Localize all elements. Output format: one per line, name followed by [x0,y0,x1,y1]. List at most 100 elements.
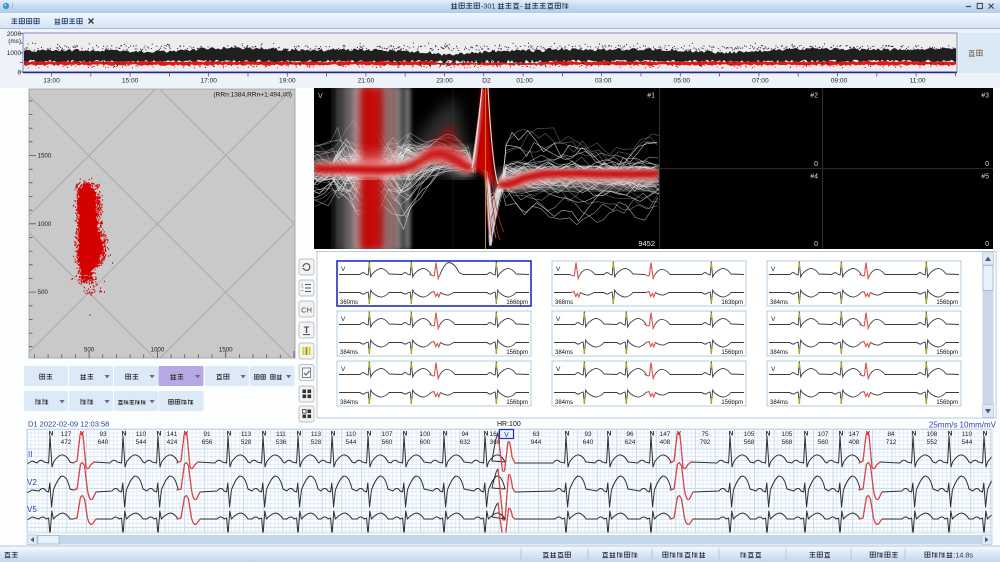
svg-text:110: 110 [136,431,147,438]
svg-text:N: N [839,431,844,438]
svg-text:07:00: 07:00 [752,78,769,85]
svg-text:712: 712 [886,439,897,446]
svg-text:N: N [983,431,988,438]
svg-text:N: N [122,431,127,438]
svg-text:560: 560 [818,439,829,446]
svg-text:25mm/s 10mm/mV: 25mm/s 10mm/mV [929,421,997,430]
svg-text:93: 93 [99,431,107,438]
svg-text:N: N [331,431,336,438]
svg-text:-301: -301 [481,2,496,11]
svg-text:N: N [565,431,570,438]
svg-text:V: V [556,366,561,373]
svg-text:384ms: 384ms [770,350,788,356]
svg-text:V2: V2 [27,478,37,487]
svg-text:V5: V5 [27,505,37,514]
svg-text:1000: 1000 [38,221,52,228]
svg-text:N: N [804,431,809,438]
svg-text:75: 75 [701,431,709,438]
svg-text:107: 107 [382,431,393,438]
svg-text:V: V [771,316,776,323]
svg-text:N: N [650,431,655,438]
svg-text:360: 360 [490,439,501,446]
svg-text:110: 110 [346,431,357,438]
svg-text:V: V [556,316,561,323]
svg-text:N: N [912,431,917,438]
svg-text:V: V [318,93,323,100]
svg-text:147: 147 [849,431,860,438]
svg-text:0: 0 [814,161,818,168]
svg-text:384ms: 384ms [770,300,788,306]
svg-text:#5: #5 [981,174,989,181]
svg-text:11:00: 11:00 [910,78,926,85]
svg-text:156bpm: 156bpm [506,400,528,406]
svg-text:105: 105 [782,431,793,438]
svg-text:156bpm: 156bpm [721,400,743,406]
svg-text:147: 147 [660,431,671,438]
svg-text:0: 0 [814,241,818,248]
svg-text:141: 141 [167,431,178,438]
svg-text:N: N [227,431,232,438]
svg-text:HR:100: HR:100 [497,421,521,428]
svg-text:94: 94 [461,431,469,438]
svg-text:84: 84 [887,431,895,438]
svg-text:N: N [403,431,408,438]
svg-text:108: 108 [927,431,938,438]
svg-text:0: 0 [985,161,989,168]
svg-text:384ms: 384ms [340,350,358,356]
svg-text:100: 100 [420,431,431,438]
svg-text:N: N [157,431,162,438]
svg-text:113: 113 [311,431,322,438]
svg-text:568: 568 [744,439,755,446]
svg-text:V: V [771,266,776,273]
svg-text:156bpm: 156bpm [506,350,528,356]
svg-text:V: V [341,316,346,323]
svg-text:528: 528 [311,439,322,446]
svg-text:19:00: 19:00 [279,78,296,85]
svg-text:1000: 1000 [7,50,22,57]
svg-text:#2: #2 [810,93,818,100]
svg-text:91: 91 [203,431,211,438]
svg-text:0: 0 [985,241,989,248]
svg-text:1000: 1000 [151,347,165,354]
svg-text:N: N [297,431,302,438]
svg-text:01:00: 01:00 [516,78,533,85]
svg-text:93: 93 [584,431,592,438]
svg-text:V: V [341,366,346,373]
svg-text:156bpm: 156bpm [936,400,958,406]
svg-text:N: N [607,431,612,438]
svg-text:166bpm: 166bpm [506,300,528,306]
svg-text:0: 0 [17,70,21,77]
svg-text:107: 107 [818,431,829,438]
svg-text:500: 500 [38,289,49,296]
svg-text:V: V [504,432,509,439]
svg-text:#1: #1 [647,93,655,100]
svg-text:96: 96 [626,431,634,438]
svg-text:N: N [262,431,267,438]
svg-text:N: N [367,431,372,438]
svg-text:110: 110 [962,431,973,438]
svg-text:640: 640 [98,439,109,446]
svg-text:CH: CH [301,306,312,315]
svg-text:03:00: 03:00 [595,78,612,85]
svg-text:408: 408 [849,439,860,446]
svg-text:(RRn:1384,RRn+1:494,#0): (RRn:1384,RRn+1:494,#0) [213,92,292,99]
svg-text:792: 792 [700,439,711,446]
svg-text:D1 2022-02-09 12:03:58: D1 2022-02-09 12:03:58 [28,420,109,429]
svg-text:568: 568 [782,439,793,446]
svg-text:D2: D2 [482,78,491,85]
svg-text:1500: 1500 [219,347,233,354]
svg-text:560: 560 [382,439,393,446]
svg-text:N: N [49,431,54,438]
svg-text:T: T [304,325,310,335]
svg-text:1500: 1500 [38,153,52,160]
svg-text:640: 640 [583,439,594,446]
svg-text:544: 544 [136,439,147,446]
svg-text:13:00: 13:00 [43,78,60,85]
svg-text:552: 552 [927,439,938,446]
svg-text:09:00: 09:00 [831,78,848,85]
svg-text:#4: #4 [810,174,818,181]
svg-text:424: 424 [167,439,178,446]
svg-text:15:00: 15:00 [122,78,139,85]
svg-text:17:00: 17:00 [200,78,217,85]
svg-text:163bpm: 163bpm [721,300,743,306]
